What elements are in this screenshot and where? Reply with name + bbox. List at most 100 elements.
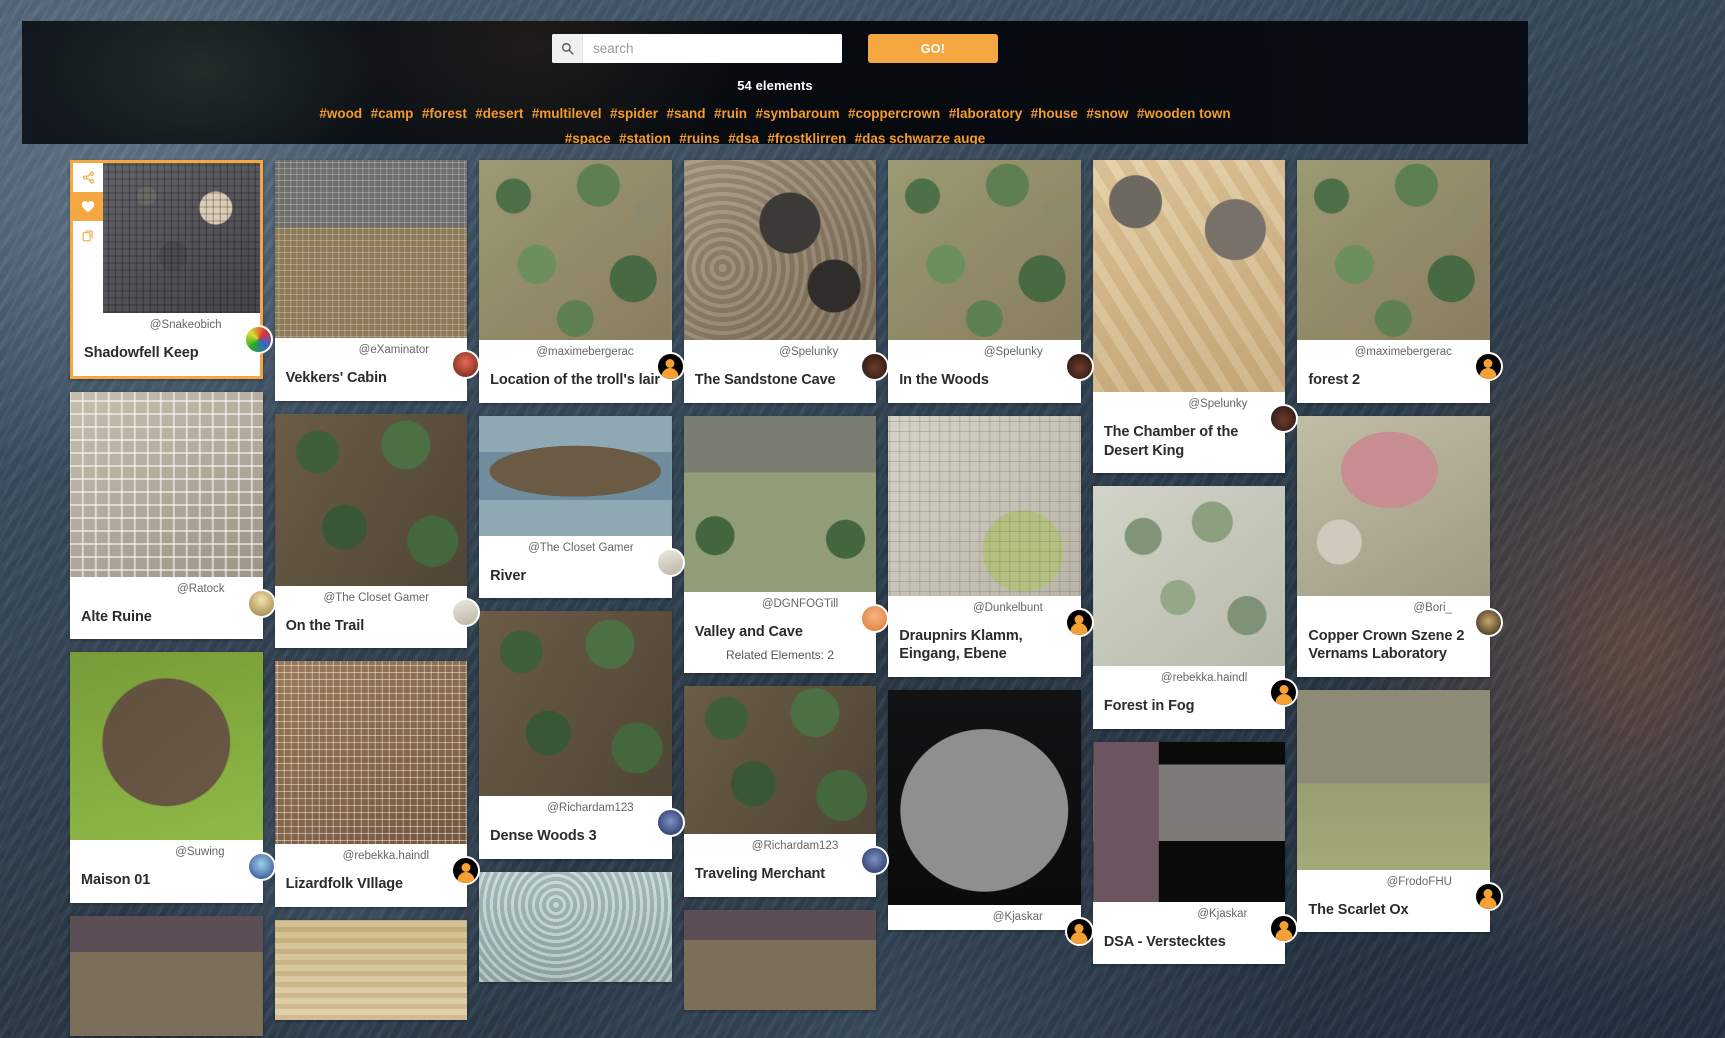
map-thumbnail[interactable] [888, 689, 1081, 905]
card-title[interactable]: DSA - Verstecktes [1093, 927, 1286, 965]
avatar[interactable] [451, 856, 481, 886]
author-handle[interactable]: @FrodoFHU [1387, 876, 1452, 888]
card-title[interactable]: The Sandstone Cave [684, 365, 877, 403]
author-handle[interactable]: @eXaminator [359, 344, 429, 356]
map-card[interactable]: @rebekka.haindl Forest in Fog [1092, 486, 1299, 729]
avatar[interactable] [1473, 607, 1503, 637]
map-card[interactable]: @Ratock Alte Ruine [70, 391, 276, 640]
tag-link[interactable]: #frostklirren [767, 131, 846, 144]
avatar[interactable] [1064, 607, 1094, 637]
tag-link[interactable]: #station [619, 131, 671, 144]
author-handle[interactable]: @Richardam123 [547, 802, 633, 814]
avatar[interactable] [655, 352, 685, 381]
map-thumbnail[interactable] [274, 160, 468, 338]
map-thumbnail[interactable] [888, 160, 1081, 340]
map-card[interactable]: @Richardam123 Dense Woods 3 [479, 611, 685, 859]
card-title[interactable]: The Scarlet Ox [1297, 895, 1490, 933]
map-thumbnail[interactable] [1092, 160, 1286, 392]
author-handle[interactable]: @maximebergerac [1355, 346, 1452, 358]
map-thumbnail[interactable] [103, 163, 260, 313]
tag-link[interactable]: #wooden town [1137, 106, 1231, 121]
avatar[interactable] [1269, 404, 1299, 433]
map-thumbnail[interactable] [479, 871, 672, 982]
card-title[interactable]: Maison 01 [70, 865, 263, 903]
tag-link[interactable]: #multilevel [532, 106, 602, 121]
tag-link[interactable]: #dsa [728, 131, 759, 144]
map-card[interactable]: @Richardam123 Traveling Merchant [683, 686, 890, 897]
map-thumbnail[interactable] [70, 652, 263, 841]
map-card[interactable]: @FrodoFHU The Scarlet Ox [1297, 689, 1503, 933]
avatar[interactable] [451, 350, 481, 379]
avatar[interactable] [1064, 916, 1094, 946]
tag-link[interactable]: #wood [319, 106, 362, 121]
card-title[interactable]: Copper Crown Szene 2 Vernams Laboratory [1297, 621, 1490, 677]
author-handle[interactable]: @The Closet Gamer [324, 592, 430, 604]
map-card[interactable]: @Kjaskar [888, 689, 1094, 946]
tag-link[interactable]: #space [565, 131, 611, 144]
map-card[interactable]: @The Closet Gamer On the Trail [274, 413, 481, 649]
tag-link[interactable]: #spider [610, 106, 658, 121]
map-thumbnail[interactable] [479, 611, 672, 797]
map-card[interactable]: @Snakeobich Shadowfell Keep [70, 160, 273, 379]
card-title[interactable]: Traveling Merchant [684, 859, 877, 897]
tag-link[interactable]: #ruins [679, 131, 720, 144]
author-handle[interactable]: @Ratock [177, 583, 224, 595]
author-handle[interactable]: @maximebergerac [536, 346, 633, 358]
author-handle[interactable]: @Kjaskar [1197, 908, 1247, 920]
map-thumbnail[interactable] [1297, 415, 1490, 596]
map-thumbnail[interactable] [274, 661, 468, 845]
tag-link[interactable]: #sand [667, 106, 706, 121]
map-card[interactable]: @Bori_ Copper Crown Szene 2 Vernams Labor… [1297, 415, 1503, 677]
card-title[interactable]: Alte Ruine [70, 602, 263, 640]
card-title[interactable]: The Chamber of the Desert King [1093, 417, 1286, 473]
avatar[interactable] [655, 547, 685, 577]
map-card[interactable]: @Spelunky The Sandstone Cave [683, 160, 890, 403]
search-box[interactable] [552, 34, 842, 63]
tag-link[interactable]: #coppercrown [848, 106, 940, 121]
map-thumbnail[interactable] [683, 686, 877, 835]
map-card[interactable]: @eXaminator Vekkers' Cabin [274, 160, 481, 401]
map-thumbnail[interactable] [683, 415, 877, 592]
avatar[interactable] [246, 588, 276, 618]
map-card[interactable]: @maximebergerac Location of the troll's l… [479, 160, 685, 403]
copy-icon[interactable] [73, 221, 103, 250]
avatar[interactable] [1473, 881, 1503, 911]
map-card[interactable]: @Suwing Maison 01 [70, 652, 276, 903]
map-thumbnail[interactable] [683, 160, 877, 340]
author-handle[interactable]: @Richardam123 [752, 840, 838, 852]
map-thumbnail[interactable] [479, 160, 672, 340]
map-card[interactable] [274, 919, 468, 1020]
author-handle[interactable]: @The Closet Gamer [528, 542, 634, 554]
avatar[interactable] [860, 603, 890, 633]
tag-link[interactable]: #snow [1086, 106, 1128, 121]
card-title[interactable]: Forest in Fog [1093, 691, 1286, 729]
author-handle[interactable]: @Spelunky [1188, 398, 1247, 410]
map-thumbnail[interactable] [274, 413, 468, 586]
tag-link[interactable]: #desert [475, 106, 523, 121]
author-handle[interactable]: @Dunkelbunt [973, 602, 1043, 614]
map-card[interactable] [70, 915, 263, 1036]
search-input[interactable] [583, 34, 842, 63]
author-handle[interactable]: @Snakeobich [150, 319, 222, 331]
map-thumbnail[interactable] [70, 915, 263, 1036]
author-handle[interactable]: @rebekka.haindl [1161, 672, 1247, 684]
card-title[interactable]: Draupnirs Klamm, Eingang, Ebene [888, 621, 1081, 677]
tag-link[interactable]: #house [1031, 106, 1078, 121]
map-card[interactable]: @Spelunky The Chamber of the Desert King [1092, 160, 1299, 474]
heart-icon[interactable] [73, 192, 103, 221]
author-handle[interactable]: @Kjaskar [993, 911, 1043, 923]
map-thumbnail[interactable] [1297, 689, 1490, 870]
go-button[interactable]: GO! [868, 34, 998, 63]
author-handle[interactable]: @Spelunky [779, 346, 838, 358]
map-card[interactable]: @The Closet Gamer River [479, 415, 685, 599]
author-handle[interactable]: @Bori_ [1413, 602, 1452, 614]
card-title[interactable]: River [479, 561, 672, 599]
map-card[interactable]: @Spelunky In the Woods [888, 160, 1094, 403]
avatar[interactable] [451, 597, 481, 627]
author-handle[interactable]: @Spelunky [984, 346, 1043, 358]
card-title[interactable]: Shadowfell Keep [73, 338, 260, 376]
card-title[interactable]: On the Trail [275, 611, 468, 649]
map-thumbnail[interactable] [888, 415, 1081, 596]
map-card[interactable]: @Kjaskar DSA - Verstecktes [1092, 741, 1299, 965]
card-title[interactable]: Dense Woods 3 [479, 821, 672, 859]
